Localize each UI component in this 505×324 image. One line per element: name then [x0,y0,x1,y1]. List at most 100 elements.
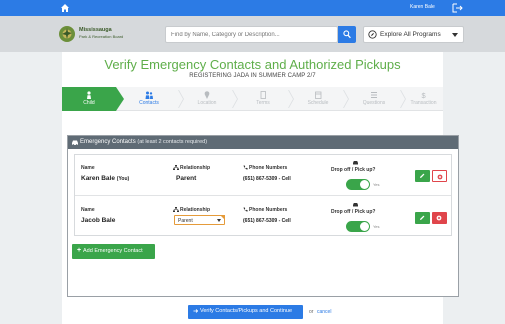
compass-icon [368,30,377,39]
org-logo[interactable]: Mississauga Park & Recreation Board [58,24,138,44]
svg-text:$: $ [422,91,427,99]
users-icon [145,91,153,99]
list-icon [371,92,377,98]
contacts-list: Name Karen Bale (You) Relationship Paren… [74,154,452,236]
phone-icon [243,207,248,212]
step-schedule[interactable]: Schedule [295,87,341,111]
step-arrow [116,87,124,111]
search-button[interactable] [338,26,356,43]
add-button-label: Add Emergency Contact [83,248,143,254]
close-circle-icon [436,215,442,221]
contact-name: Karen Bale (You) [81,175,129,182]
sitemap-icon [173,165,179,170]
org-subname: Park & Recreation Board [79,34,124,39]
relationship-label: Relationship [180,207,211,213]
phone-label: Phone Numbers [249,207,288,213]
step-label: Schedule [307,100,329,106]
chevron-right-icon [343,90,349,108]
delete-contact-button[interactable] [432,170,447,182]
phone-label: Phone Numbers [249,165,288,171]
progress-steps: Child Contacts Location Terms Schedule Q… [62,87,443,111]
toggle-yes-label: Yes [373,182,380,187]
edit-contact-button[interactable] [415,170,430,182]
home-icon[interactable] [60,3,70,13]
add-emergency-contact-button[interactable]: + Add Emergency Contact [72,244,155,259]
name-label: Name [81,165,95,171]
relationship-label: Relationship [180,165,211,171]
close-circle-icon [437,174,443,180]
toggle-knob [360,180,369,189]
or-text: or [309,309,314,315]
contact-relationship: Parent [176,175,197,182]
pencil-icon [420,173,425,178]
step-child[interactable]: Child [62,87,124,111]
contact-name: Jacob Bale [81,217,116,224]
contact-row: Name Karen Bale (You) Relationship Paren… [75,155,451,195]
chevron-down-icon [452,33,458,37]
relationship-header: Relationship [173,165,210,171]
pencil-icon [420,215,425,220]
panel-header: Emergency Contacts (at least 2 contacts … [68,136,458,149]
person-icon [87,91,91,99]
name-label: Name [81,207,95,213]
dropoff-label: Drop off / Pick up? [331,167,376,173]
panel-note: (at least 2 contacts required) [137,139,208,145]
dropoff-label: Drop off / Pick up? [331,209,376,215]
step-label: Transaction [410,100,437,106]
step-transaction[interactable]: $ Transaction [404,87,443,111]
step-label: Child [83,100,95,106]
car-icon [353,203,358,207]
step-contacts[interactable]: Contacts [124,87,174,111]
dollar-icon: $ [422,91,427,99]
contact-phone: (651) 867-5309 - Cell [243,218,291,224]
explore-label: Explore All Programs [380,31,441,38]
car-icon [72,140,78,146]
step-location[interactable]: Location [184,87,230,111]
phone-header: Phone Numbers [243,165,287,171]
chevron-right-icon [288,90,294,108]
panel-title-line: Emergency Contacts (at least 2 contacts … [80,139,207,145]
dropoff-toggle[interactable] [346,221,370,232]
sitemap-icon [173,207,179,212]
step-label: Contacts [139,100,159,106]
cancel-link[interactable]: cancel [317,309,331,315]
user-name[interactable]: Karen Bale [410,4,435,10]
continue-button[interactable]: ➜ Verify Contacts/Pickups and Continue [188,305,303,319]
calendar-icon [315,91,322,99]
phone-icon [243,165,248,170]
document-icon [260,91,266,99]
phone-header: Phone Numbers [243,207,287,213]
chevron-right-icon [232,90,238,108]
top-bar: Karen Bale [0,0,505,16]
plus-icon: + [77,247,82,254]
relationship-header: Relationship [173,207,210,213]
car-icon [353,161,358,165]
explore-programs-select[interactable]: Explore All Programs [363,26,464,43]
logo-badge-icon [59,26,75,42]
continue-label: Verify Contacts/Pickups and Continue [200,308,293,314]
delete-contact-button[interactable] [432,212,447,224]
step-label: Questions [362,100,386,106]
step-label: Location [197,100,217,106]
panel-title: Emergency Contacts [80,139,136,145]
search-input[interactable] [165,26,338,43]
relationship-select-value: Parent [178,218,193,224]
step-label: Terms [256,100,270,106]
page-subtitle: REGISTERING JADA IN SUMMER CAMP 2/7 [189,73,316,79]
toggle-yes-label: Yes [373,224,380,229]
edit-contact-button[interactable] [415,212,430,224]
logout-icon[interactable] [451,2,463,14]
search-icon [343,30,351,39]
step-questions[interactable]: Questions [350,87,398,111]
contact-row: Name Jacob Bale Relationship Parent Phon… [75,195,451,235]
step-terms[interactable]: Terms [240,87,286,111]
org-name: Mississauga [79,27,112,33]
relationship-select[interactable]: Parent [174,215,225,225]
toggle-knob [360,222,369,231]
arrow-right-icon: ➜ [193,308,199,315]
contact-phone: (651) 867-5309 - Cell [243,176,291,182]
map-pin-icon [204,91,210,99]
contact-name-text: Karen Bale [81,175,115,182]
contact-suffix: (You) [116,176,130,182]
dropoff-toggle[interactable] [346,179,370,190]
